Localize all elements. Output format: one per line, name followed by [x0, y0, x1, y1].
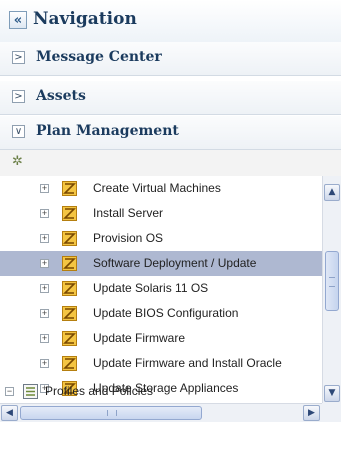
tree-toolbar: ✲ — [0, 150, 341, 177]
tree-item-label: Create Virtual Machines — [93, 181, 221, 195]
section-label: Message Center — [36, 49, 162, 65]
expand-node-icon[interactable]: + — [40, 309, 49, 318]
caret-right-icon: ▶ — [308, 408, 315, 418]
tree-item-label: Software Deployment / Update — [93, 256, 257, 270]
section-assets[interactable]: > Assets — [0, 81, 341, 115]
scroll-left-button[interactable]: ◀ — [1, 405, 18, 421]
scroll-up-button[interactable]: ▲ — [324, 184, 340, 201]
expand-node-icon[interactable]: + — [40, 359, 49, 368]
plan-icon — [62, 206, 77, 221]
navigation-header: « Navigation — [0, 0, 341, 43]
vertical-scrollbar[interactable]: ▲ ▼ — [322, 176, 341, 403]
plan-icon — [62, 306, 77, 321]
caret-left-icon: ◀ — [6, 408, 13, 418]
tree-row-update-solaris-11-os[interactable]: + Update Solaris 11 OS — [0, 276, 322, 301]
section-plan-management[interactable]: ∨ Plan Management — [0, 116, 341, 150]
section-label: Assets — [36, 88, 86, 104]
tree-row-update-bios-configuration[interactable]: + Update BIOS Configuration — [0, 301, 322, 326]
plan-tree: + Create Virtual Machines + Install Serv… — [0, 176, 322, 403]
navigation-title: Navigation — [33, 9, 137, 29]
tree-item-label: Update Solaris 11 OS — [93, 281, 209, 295]
plan-icon — [62, 356, 77, 371]
expand-node-icon[interactable]: + — [40, 284, 49, 293]
double-chevron-left-icon: « — [13, 12, 23, 28]
plan-icon — [62, 256, 77, 271]
tree-item-label: Provision OS — [93, 231, 164, 245]
tree-row-update-firmware-install-oracle[interactable]: + Update Firmware and Install Oracle — [0, 351, 322, 376]
collapse-node-icon[interactable]: − — [5, 387, 14, 396]
plan-icon — [62, 331, 77, 346]
tree-row-provision-os[interactable]: + Provision OS — [0, 226, 322, 251]
section-label: Plan Management — [36, 123, 179, 139]
plan-icon — [62, 231, 77, 246]
navigation-panel: « Navigation > Message Center > Assets ∨… — [0, 0, 341, 458]
plan-icon — [62, 281, 77, 296]
expand-node-icon[interactable]: + — [40, 334, 49, 343]
scroll-right-button[interactable]: ▶ — [303, 405, 320, 421]
plan-icon — [62, 181, 77, 196]
caret-down-icon: ▼ — [328, 388, 336, 398]
section-message-center[interactable]: > Message Center — [0, 42, 341, 76]
refresh-icon[interactable]: ✲ — [12, 155, 26, 169]
tree-row-install-server[interactable]: + Install Server — [0, 201, 322, 226]
expand-node-icon[interactable]: + — [40, 184, 49, 193]
expand-section-icon[interactable]: > — [12, 90, 25, 103]
scroll-down-button[interactable]: ▼ — [324, 385, 340, 402]
scrollbar-corner — [322, 403, 341, 422]
tree-row-create-virtual-machines[interactable]: + Create Virtual Machines — [0, 176, 322, 201]
caret-up-icon: ▲ — [328, 187, 336, 197]
tree-item-label: Update Firmware — [93, 331, 186, 345]
expand-node-icon[interactable]: + — [40, 259, 49, 268]
expand-node-icon[interactable]: + — [40, 209, 49, 218]
vertical-scroll-thumb[interactable] — [325, 251, 339, 311]
expand-section-icon[interactable]: > — [12, 51, 25, 64]
collapse-section-icon[interactable]: ∨ — [12, 125, 25, 138]
tree-item-label: Profiles and Policies — [45, 384, 154, 398]
tree-row-update-firmware[interactable]: + Update Firmware — [0, 326, 322, 351]
collapse-panel-button[interactable]: « — [9, 11, 27, 29]
tree-row-profiles-and-policies[interactable]: − Profiles and Policies — [0, 379, 322, 403]
horizontal-scrollbar[interactable]: ◀ ▶ — [0, 403, 340, 422]
tree-item-label: Update Firmware and Install Oracle — [93, 356, 282, 370]
tree-row-software-deployment-update[interactable]: + Software Deployment / Update — [0, 251, 322, 276]
tree-item-label: Update BIOS Configuration — [93, 306, 239, 320]
horizontal-scroll-thumb[interactable] — [20, 406, 202, 420]
tree-item-label: Install Server — [93, 206, 164, 220]
profiles-icon — [23, 384, 38, 399]
expand-node-icon[interactable]: + — [40, 234, 49, 243]
